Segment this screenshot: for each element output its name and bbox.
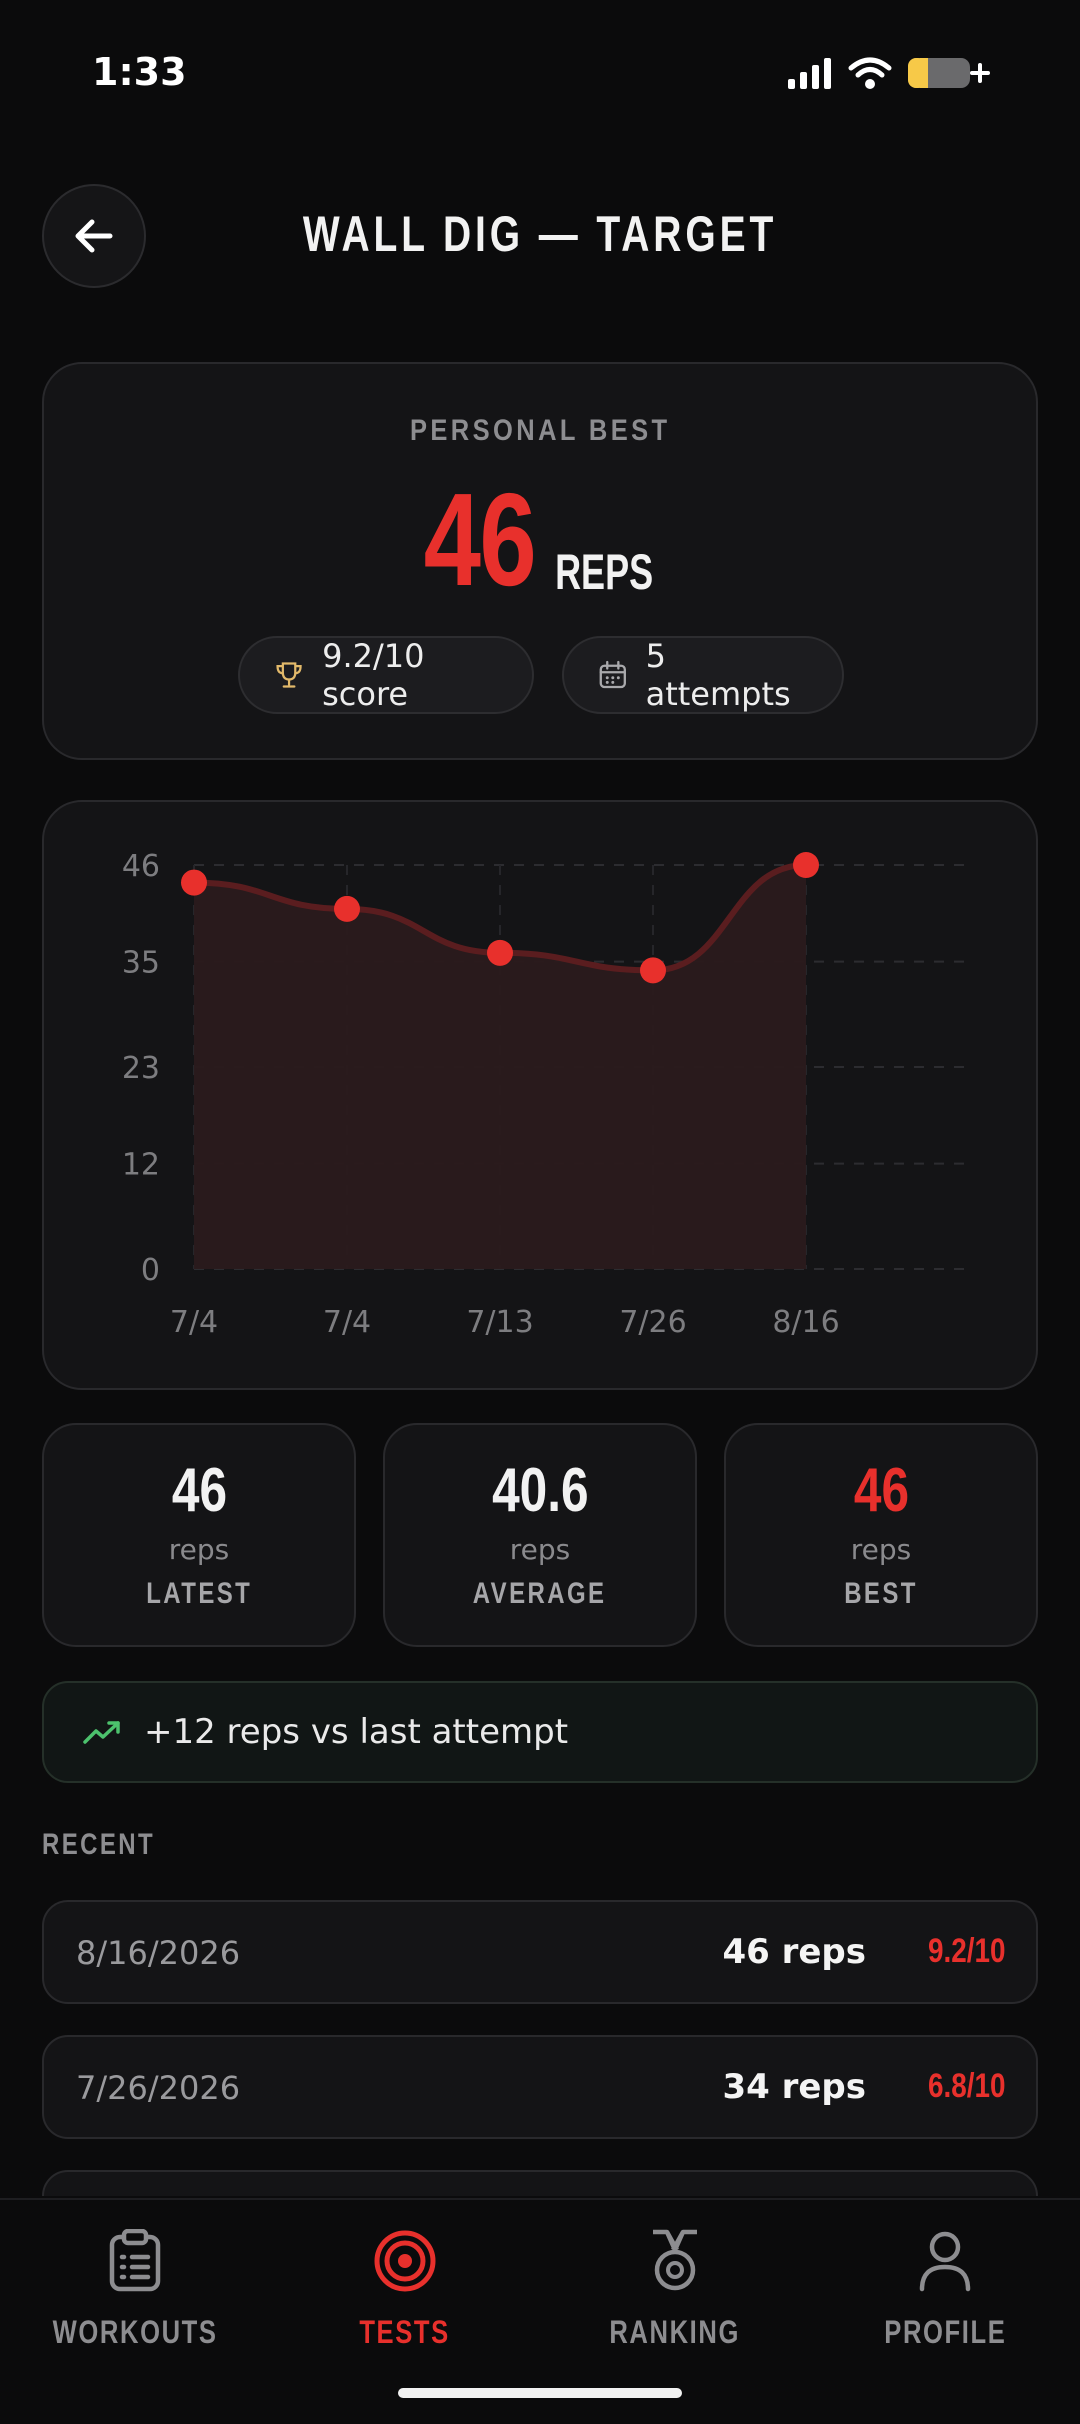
recent-reps: 46 reps [722,1932,866,1972]
battery-charging-icon [908,58,990,88]
chart-x-tick: 7/4 [170,1305,218,1340]
chart-point [334,895,360,922]
nav-tests-label: TESTS [359,2314,451,2350]
recent-row[interactable]: 8/16/2026 46 reps 9.2/10 [42,1900,1038,2004]
status-time: 1:33 [92,50,187,94]
attempts-chip-label: 5 attempts [645,637,791,713]
score-chip-label: 9.2/10 score [322,637,425,713]
chart-x-tick: 7/26 [619,1305,686,1340]
trending-up-icon [83,1721,120,1744]
personal-best-label: PERSONAL BEST [409,414,671,447]
chart-x-tick: 7/13 [466,1305,533,1340]
chart-point [793,852,819,878]
chart-y-tick: 0 [141,1253,160,1288]
recent-section-title: RECENT [42,1828,156,1861]
calendar-icon [599,660,626,689]
attempts-chip: 5 attempts [562,636,844,714]
nav-ranking[interactable]: RANKING [540,2226,810,2351]
progress-chart: 46 35 23 12 0 7/4 7/4 7/13 7/26 8/16 [122,849,964,1340]
trophy-icon [276,662,302,688]
chart-y-tick: 35 [122,946,160,981]
chart-point [487,939,513,966]
stat-best-card: 46 reps BEST [724,1423,1038,1647]
chart-point [640,957,666,984]
nav-profile-label: PROFILE [883,2314,1007,2350]
stat-best-value: 46 [853,1456,909,1525]
personal-best-value-row: 46 REPS [44,464,1036,615]
recent-row[interactable]: 7/26/2026 34 reps 6.8/10 [42,2035,1038,2139]
nav-tests[interactable]: TESTS [270,2226,540,2351]
chart-point [181,869,207,896]
nav-ranking-label: RANKING [609,2314,741,2350]
stat-average-value: 40.6 [491,1456,589,1525]
stat-average-card: 40.6 reps AVERAGE [383,1423,697,1647]
nav-profile[interactable]: PROFILE [810,2226,1080,2351]
recent-reps: 34 reps [722,2067,866,2107]
status-icons [786,56,990,90]
delta-text: +12 reps vs last attempt [144,1712,569,1752]
stat-latest-unit: reps [168,1533,230,1566]
chart-x-tick: 8/16 [772,1305,839,1340]
home-indicator [398,2388,682,2398]
personal-best-unit: REPS [554,544,653,600]
chart-y-tick: 12 [122,1148,160,1183]
signal-icon [788,58,831,89]
nav-workouts-label: WORKOUTS [52,2314,218,2350]
stat-best-label: BEST [844,1577,918,1610]
target-icon [374,2230,436,2292]
recent-date: 7/26/2026 [76,2069,241,2107]
recent-score: 6.8/10 [928,2067,1006,2105]
stat-latest-card: 46 reps LATEST [42,1423,356,1647]
stat-best-unit: reps [850,1533,912,1566]
chart-y-tick: 23 [122,1051,160,1086]
medal-icon [653,2229,697,2291]
chart-y-tick: 46 [122,849,160,884]
personal-best-value: 46 [423,466,537,613]
recent-list: 8/16/2026 46 reps 9.2/10 7/26/2026 34 re… [42,1900,1038,2196]
clipboard-icon [109,2229,161,2292]
recent-row-partial[interactable] [42,2170,1038,2196]
stat-latest-label: LATEST [146,1577,252,1610]
personal-best-card: PERSONAL BEST 46 REPS 9.2/10 score 5 att… [42,362,1038,760]
stat-latest-value: 46 [171,1456,227,1525]
nav-workouts[interactable]: WORKOUTS [0,2226,270,2351]
progress-chart-card: 46 35 23 12 0 7/4 7/4 7/13 7/26 8/16 [42,800,1038,1390]
stat-average-label: AVERAGE [473,1577,607,1610]
user-icon [919,2231,971,2292]
page-title: WALL DIG — TARGET [302,206,778,262]
chart-x-tick: 7/4 [323,1305,371,1340]
status-bar: 1:33 [0,0,1080,150]
score-chip: 9.2/10 score [238,636,534,714]
wifi-icon [848,57,892,89]
stat-average-unit: reps [509,1533,571,1566]
recent-date: 8/16/2026 [76,1934,241,1972]
recent-score: 9.2/10 [928,1932,1006,1970]
delta-banner: +12 reps vs last attempt [42,1681,1038,1783]
